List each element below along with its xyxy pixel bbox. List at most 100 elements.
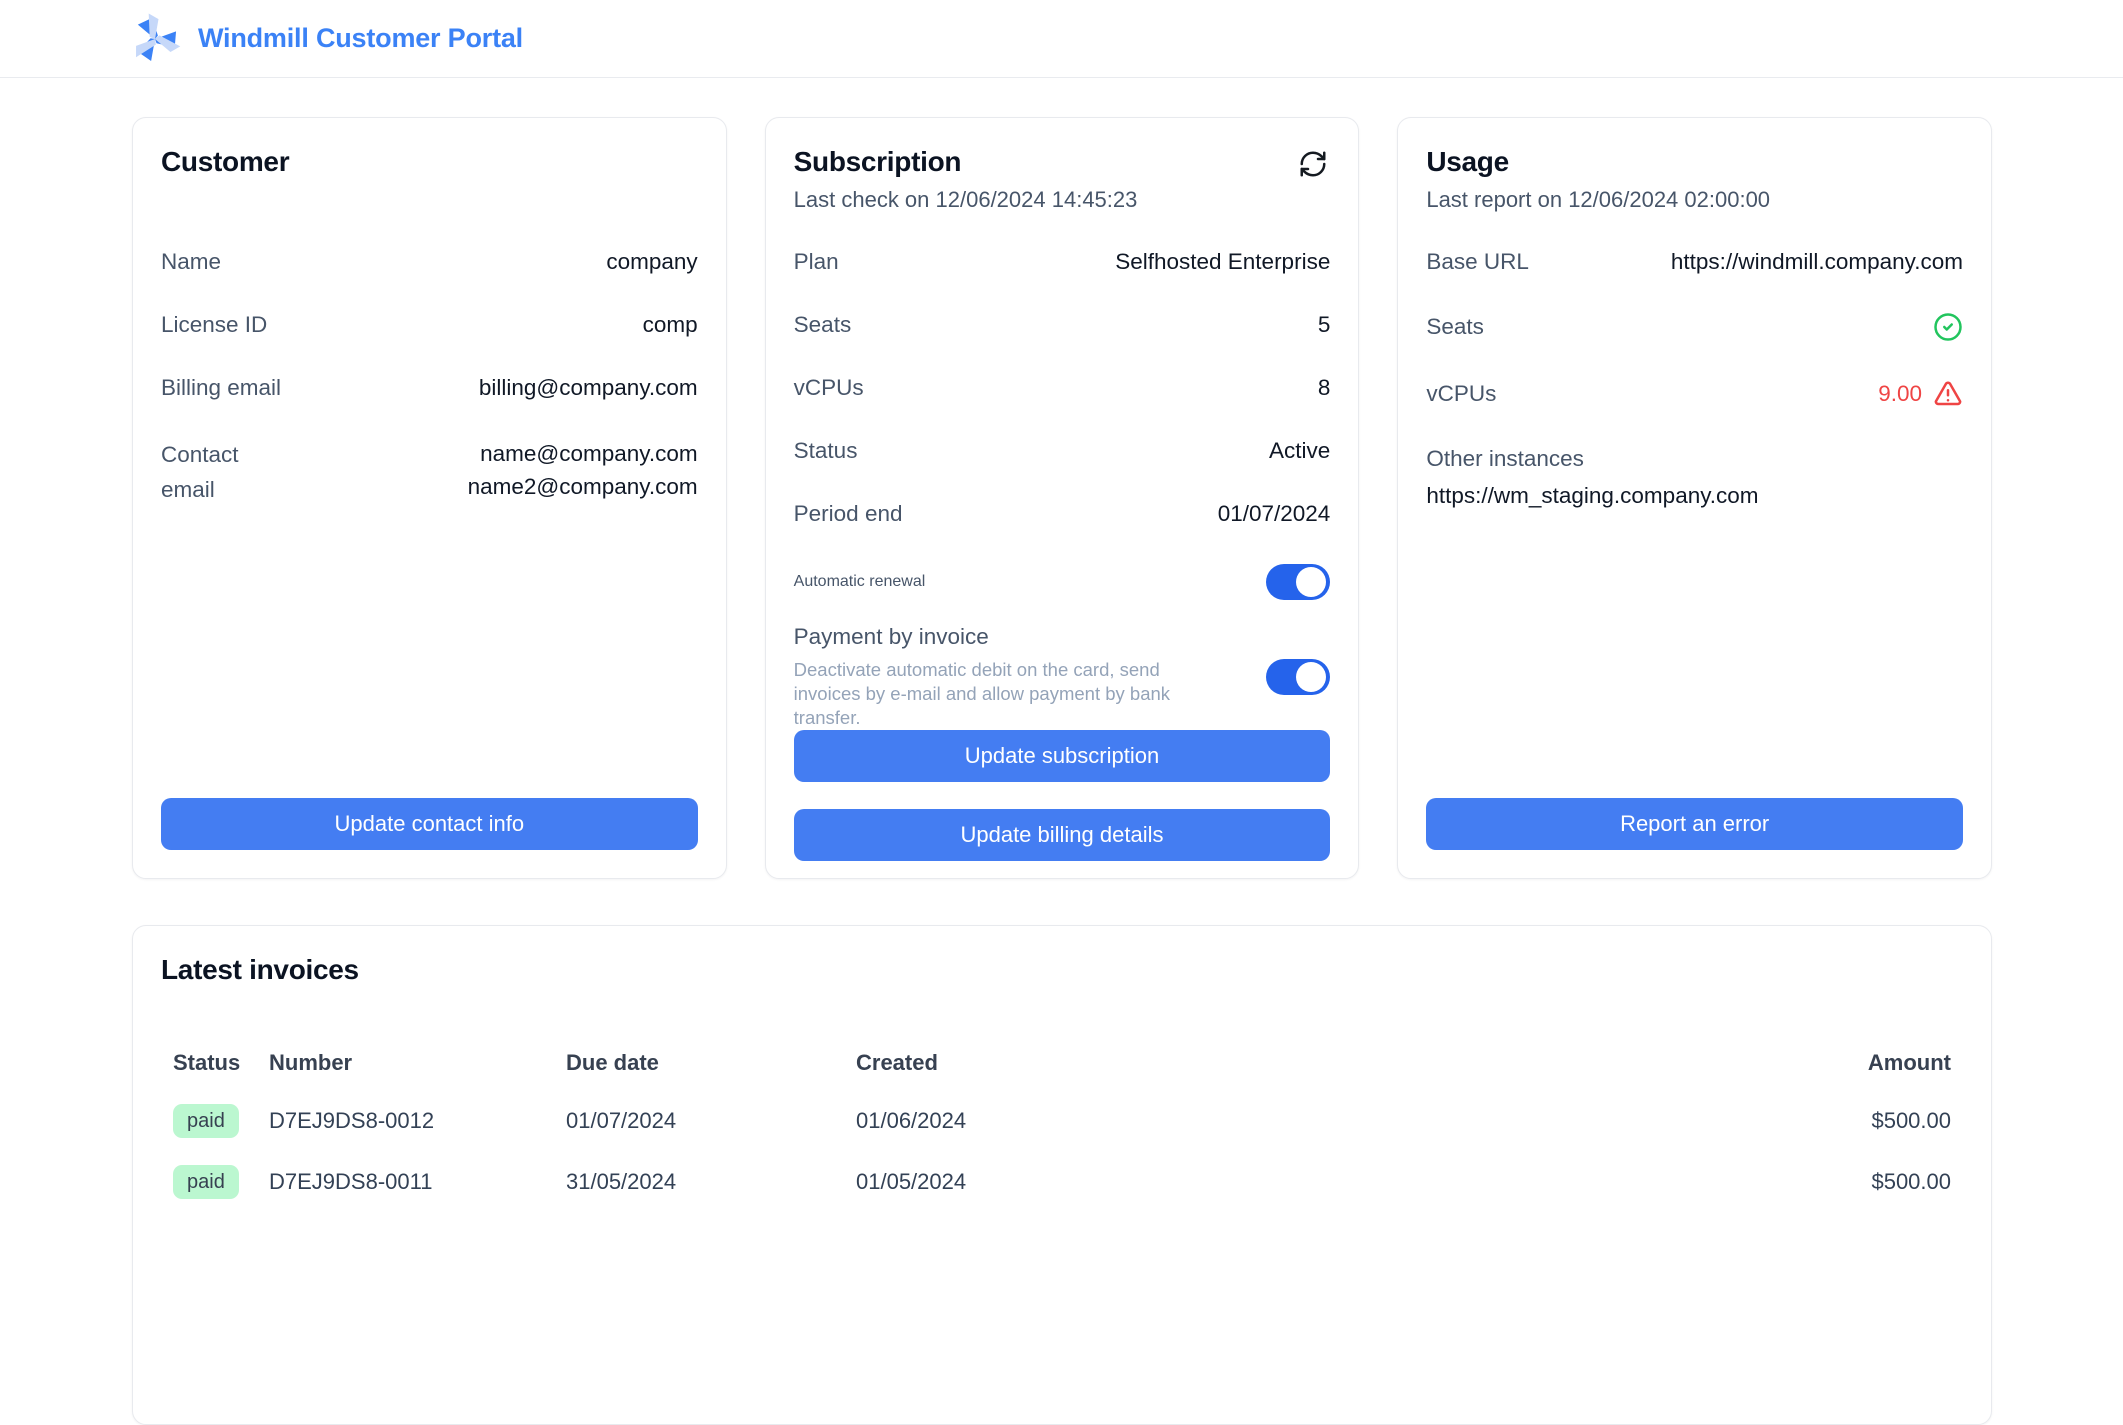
column-header-status: Status: [161, 1050, 257, 1076]
usage-card: Usage Last report on 12/06/2024 02:00:00…: [1397, 117, 1992, 879]
field-label: Contact email: [161, 438, 261, 508]
field-label: Name: [161, 249, 221, 275]
usage-card-actions: Report an error: [1426, 798, 1963, 850]
subscription-last-check: Last check on 12/06/2024 14:45:23: [794, 187, 1331, 213]
automatic-renewal-row: Automatic renewal: [794, 564, 1331, 600]
status-badge: paid: [173, 1104, 239, 1138]
refresh-subscription-button[interactable]: [1298, 148, 1330, 180]
payment-by-invoice-row: Payment by invoice Deactivate automatic …: [794, 624, 1331, 730]
usage-vcpus-value: 9.00: [1878, 381, 1922, 407]
customer-card: Customer Name company License ID comp Bi…: [132, 117, 727, 879]
invoices-table-header: Status Number Due date Created Amount: [161, 1050, 1963, 1076]
field-value: comp: [643, 312, 698, 338]
invoice-created-cell: 01/05/2024: [844, 1169, 1773, 1195]
payment-by-invoice-toggle[interactable]: [1266, 659, 1330, 695]
field-value: 01/07/2024: [1218, 501, 1331, 527]
field-label: Plan: [794, 249, 839, 275]
field-label: Other instances: [1426, 446, 1963, 472]
column-header-due-date: Due date: [554, 1050, 844, 1076]
field-value: company: [606, 249, 697, 275]
update-contact-info-button[interactable]: Update contact info: [161, 798, 698, 850]
invoices-table-body: paid D7EJ9DS8-0012 01/07/2024 01/06/2024…: [161, 1090, 1963, 1212]
automatic-renewal-label: Automatic renewal: [794, 573, 926, 591]
report-an-error-button[interactable]: Report an error: [1426, 798, 1963, 850]
field-label: Seats: [794, 312, 852, 338]
usage-seats-row: Seats: [1426, 312, 1963, 342]
table-row: paid D7EJ9DS8-0011 31/05/2024 01/05/2024…: [161, 1151, 1963, 1212]
column-header-number: Number: [257, 1050, 554, 1076]
latest-invoices-title: Latest invoices: [161, 954, 1963, 986]
payment-by-invoice-text: Payment by invoice Deactivate automatic …: [794, 624, 1226, 730]
customer-name-row: Name company: [161, 249, 698, 275]
invoice-status-cell: paid: [161, 1165, 257, 1199]
cards-row: Customer Name company License ID comp Bi…: [132, 117, 1992, 879]
field-value: Selfhosted Enterprise: [1115, 249, 1330, 275]
field-label: vCPUs: [794, 375, 864, 401]
refresh-icon: [1298, 149, 1328, 179]
payment-by-invoice-description: Deactivate automatic debit on the card, …: [794, 658, 1226, 730]
customer-card-title: Customer: [161, 146, 698, 178]
contact-email-2: name2@company.com: [468, 471, 698, 504]
customer-license-row: License ID comp: [161, 312, 698, 338]
usage-card-title: Usage: [1426, 146, 1963, 178]
field-label: Billing email: [161, 375, 281, 401]
usage-card-header: Usage Last report on 12/06/2024 02:00:00: [1426, 146, 1963, 249]
usage-base-url-row: Base URL https://windmill.company.com: [1426, 249, 1963, 275]
subscription-status-row: Status Active: [794, 438, 1331, 464]
customer-card-actions: Update contact info: [161, 798, 698, 850]
usage-other-instances-row: Other instances https://wm_staging.compa…: [1426, 446, 1963, 509]
subscription-plan-row: Plan Selfhosted Enterprise: [794, 249, 1331, 275]
invoice-amount-cell: $500.00: [1773, 1108, 1963, 1134]
usage-last-report: Last report on 12/06/2024 02:00:00: [1426, 187, 1963, 213]
payment-by-invoice-label: Payment by invoice: [794, 624, 1226, 650]
column-header-created: Created: [844, 1050, 1773, 1076]
customer-billing-email-row: Billing email billing@company.com: [161, 375, 698, 401]
customer-fields: Name company License ID comp Billing ema…: [161, 249, 698, 545]
invoice-number-cell: D7EJ9DS8-0012: [257, 1108, 554, 1134]
automatic-renewal-toggle[interactable]: [1266, 564, 1330, 600]
usage-fields: Base URL https://windmill.company.com Se…: [1426, 249, 1963, 546]
warning-triangle-icon: [1933, 379, 1963, 409]
update-subscription-button[interactable]: Update subscription: [794, 730, 1331, 782]
field-value: Active: [1269, 438, 1330, 464]
field-value: 8: [1318, 375, 1331, 401]
subscription-fields: Plan Selfhosted Enterprise Seats 5 vCPUs…: [794, 249, 1331, 730]
invoice-status-cell: paid: [161, 1104, 257, 1138]
subscription-period-end-row: Period end 01/07/2024: [794, 501, 1331, 527]
field-value: name@company.com name2@company.com: [468, 438, 698, 503]
field-value: billing@company.com: [479, 375, 698, 401]
invoice-number-cell: D7EJ9DS8-0011: [257, 1169, 554, 1195]
field-label: Status: [794, 438, 858, 464]
other-instance-url: https://wm_staging.company.com: [1426, 483, 1963, 509]
subscription-card-header: Subscription Last check on 12/06/2024 14…: [794, 146, 1331, 249]
table-row: paid D7EJ9DS8-0012 01/07/2024 01/06/2024…: [161, 1090, 1963, 1151]
latest-invoices-card: Latest invoices Status Number Due date C…: [132, 925, 1992, 1425]
status-badge: paid: [173, 1165, 239, 1199]
update-billing-details-button[interactable]: Update billing details: [794, 809, 1331, 861]
column-header-amount: Amount: [1773, 1050, 1963, 1076]
field-label: Base URL: [1426, 249, 1529, 275]
customer-contact-email-row: Contact email name@company.com name2@com…: [161, 438, 698, 508]
field-label: Seats: [1426, 314, 1484, 340]
check-circle-icon: [1933, 312, 1963, 342]
field-value: 5: [1318, 312, 1331, 338]
usage-vcpus-value-group: 9.00: [1878, 379, 1963, 409]
usage-vcpus-row: vCPUs 9.00: [1426, 379, 1963, 409]
field-label: License ID: [161, 312, 267, 338]
subscription-seats-row: Seats 5: [794, 312, 1331, 338]
subscription-card-title: Subscription: [794, 146, 1331, 178]
app-title: Windmill Customer Portal: [198, 23, 523, 54]
contact-email-1: name@company.com: [468, 438, 698, 471]
main-content: Customer Name company License ID comp Bi…: [132, 117, 1992, 1425]
subscription-card: Subscription Last check on 12/06/2024 14…: [765, 117, 1360, 879]
field-value: https://windmill.company.com: [1671, 249, 1963, 275]
field-label: vCPUs: [1426, 381, 1496, 407]
invoice-due-date-cell: 31/05/2024: [554, 1169, 844, 1195]
customer-card-header: Customer: [161, 146, 698, 249]
subscription-card-actions: Update subscription Update billing detai…: [794, 730, 1331, 861]
invoice-due-date-cell: 01/07/2024: [554, 1108, 844, 1134]
field-label: Period end: [794, 501, 903, 527]
invoices-table: Status Number Due date Created Amount pa…: [161, 1050, 1963, 1212]
app-header: Windmill Customer Portal: [0, 0, 2123, 78]
windmill-logo: [127, 11, 183, 67]
